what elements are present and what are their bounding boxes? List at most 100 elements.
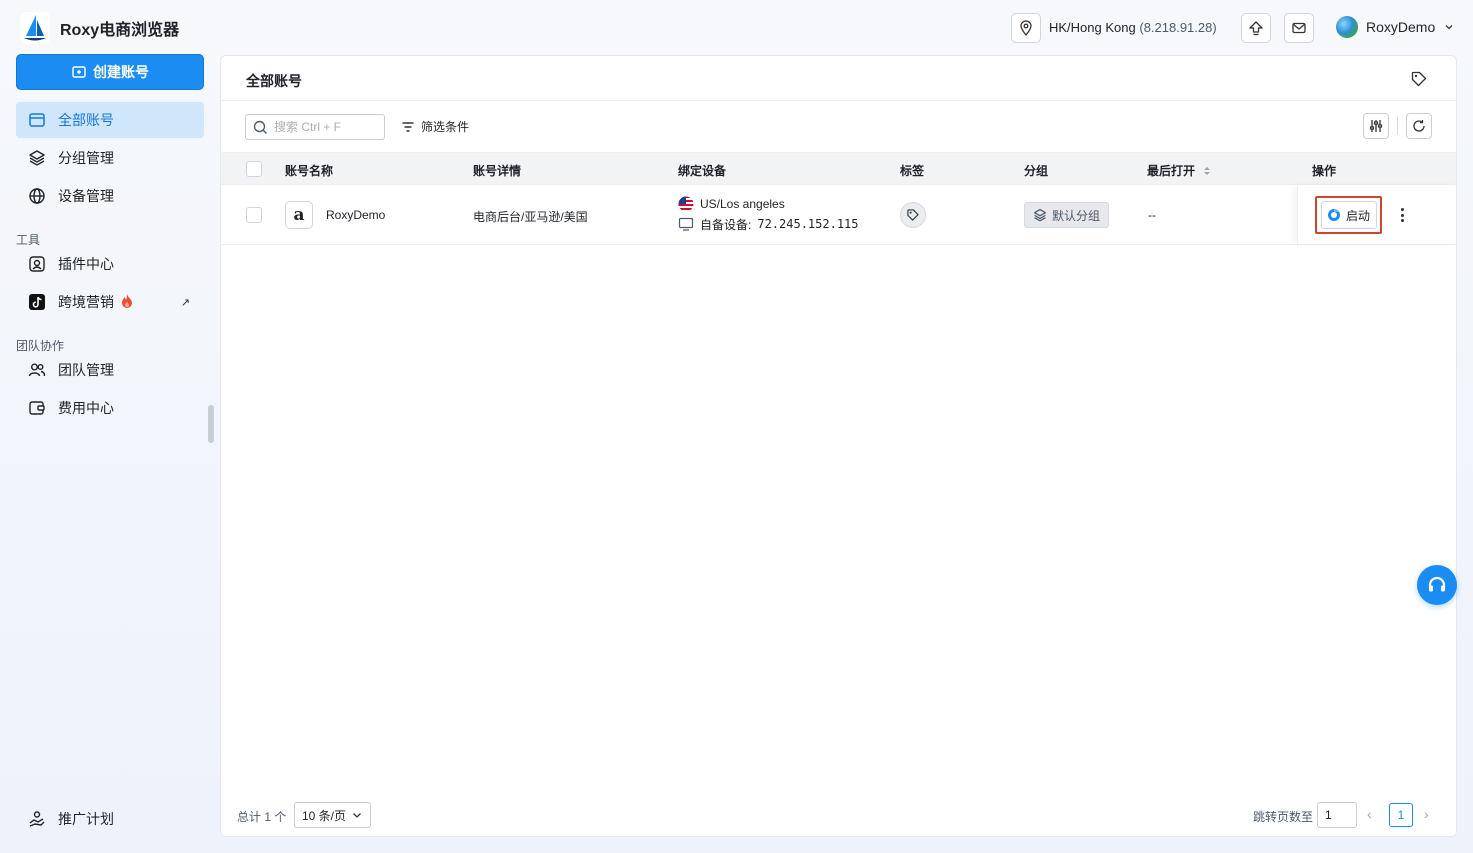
table-tools (1363, 113, 1432, 139)
customer-support-button[interactable] (1417, 565, 1457, 605)
page-title: 全部账号 (246, 73, 302, 89)
avatar (1336, 16, 1358, 38)
sidebar-item-plugins[interactable]: 插件中心 (16, 246, 204, 282)
column-header: 账号详情 (473, 164, 522, 178)
device-ip: 72.245.152.115 (757, 217, 859, 231)
sidebar-item-label: 费用中心 (58, 400, 114, 416)
chevron-down-icon (1445, 25, 1453, 30)
sidebar-item-label: 团队管理 (58, 362, 114, 378)
plugin-icon (28, 255, 46, 273)
sort-last-opened[interactable]: 最后打开 (1147, 162, 1211, 179)
sidebar-item-team[interactable]: 团队管理 (16, 352, 204, 388)
bound-device-cell: US/Los angeles 自备设备: 72.245.152.115 (678, 195, 859, 233)
globe-icon (28, 187, 46, 205)
user-menu[interactable]: RoxyDemo (1336, 16, 1455, 38)
column-header: 标签 (900, 164, 925, 178)
filter-label: 筛选条件 (421, 120, 470, 134)
tiktok-icon (28, 293, 46, 311)
row-checkbox[interactable] (246, 207, 262, 223)
monitor-icon (678, 217, 694, 231)
group-name: 默认分组 (1052, 208, 1101, 223)
group-badge: 默认分组 (1024, 202, 1110, 228)
user-name: RoxyDemo (1366, 19, 1436, 35)
ip-info: HK/Hong Kong (8.218.91.28) (1011, 12, 1314, 43)
sailboat-logo-icon (20, 12, 50, 44)
jump-page-input[interactable]: 1 (1317, 802, 1357, 828)
sidebar-item-marketing[interactable]: 跨境营销 ↗ (16, 284, 204, 320)
layers-icon (1033, 208, 1047, 222)
handshake-icon (28, 810, 46, 828)
search-input[interactable] (274, 120, 374, 134)
actions-cell: 启动 (1297, 185, 1457, 244)
external-link-icon: ↗ (180, 296, 190, 309)
search-box[interactable] (245, 114, 385, 140)
account-name: RoxyDemo (326, 208, 386, 222)
sidebar-item-groups[interactable]: 分组管理 (16, 140, 204, 176)
layers-icon (28, 149, 46, 167)
device-location-line: US/Los angeles (678, 195, 859, 213)
location-button[interactable] (1011, 12, 1041, 43)
amazon-logo-letter: a (293, 205, 305, 225)
sidebar: Roxy电商浏览器 创建账号 全部账号 分组管理 设备管理 工具 插件中心 跨境… (0, 0, 220, 853)
column-header: 分组 (1024, 164, 1049, 178)
start-label: 启动 (1345, 208, 1370, 223)
chevron-down-icon (353, 813, 361, 818)
sidebar-item-billing[interactable]: 费用中心 (16, 390, 204, 426)
start-button[interactable]: 启动 (1320, 201, 1377, 229)
sidebar-item-referral[interactable]: 推广计划 (16, 801, 204, 837)
column-header: 最后打开 (1147, 164, 1196, 178)
prev-page-icon[interactable]: ‹ (1367, 806, 1372, 822)
sidebar-item-label: 插件中心 (58, 256, 114, 272)
sliders-icon (1369, 120, 1383, 132)
ip-location-text: HK/Hong Kong (8.218.91.28) (1049, 20, 1217, 35)
total-count: 总计 1 个 (237, 810, 287, 824)
ip-address: (8.218.91.28) (1139, 20, 1217, 35)
search-icon (253, 120, 267, 134)
next-page-icon[interactable]: › (1424, 806, 1429, 822)
more-options-icon[interactable] (1397, 206, 1407, 224)
tag-icon (907, 209, 919, 221)
page-number[interactable]: 1 (1389, 803, 1413, 827)
column-header: 绑定设备 (678, 164, 727, 178)
account-name-cell: a RoxyDemo (285, 201, 385, 229)
window-icon (28, 111, 46, 129)
brand: Roxy电商浏览器 (20, 12, 179, 44)
last-opened: -- (1148, 208, 1156, 222)
filter-button[interactable]: 筛选条件 (401, 118, 469, 135)
app-name: Roxy电商浏览器 (60, 22, 180, 39)
device-label: 自备设备: (700, 217, 752, 232)
create-account-label: 创建账号 (93, 64, 149, 80)
tag-manager-button[interactable] (1410, 70, 1428, 91)
refresh-button[interactable] (1406, 113, 1432, 139)
sidebar-item-label: 分组管理 (58, 150, 114, 166)
account-detail: 电商后台/亚马逊/美国 (473, 210, 588, 224)
wallet-icon (28, 399, 46, 417)
fire-icon (120, 293, 134, 312)
create-icon (72, 66, 86, 78)
messages-button[interactable] (1283, 12, 1314, 43)
filter-icon (402, 121, 414, 132)
page-size-select[interactable]: 10 条/页 (294, 802, 371, 828)
users-icon (28, 361, 46, 379)
upgrade-button[interactable] (1240, 12, 1271, 43)
ip-location: HK/Hong Kong (1049, 20, 1136, 35)
select-all-checkbox[interactable] (246, 161, 262, 177)
sort-icon (1204, 166, 1211, 175)
sidebar-item-all-accounts[interactable]: 全部账号 (16, 102, 204, 138)
location-pin-icon (1020, 19, 1032, 36)
amazon-logo-icon: a (285, 201, 313, 229)
device-ip-line: 自备设备: 72.245.152.115 (678, 215, 859, 233)
start-button-highlight: 启动 (1315, 196, 1382, 234)
table-row[interactable]: a RoxyDemo 电商后台/亚马逊/美国 US/Los angeles 自备… (221, 185, 1456, 245)
column-settings-button[interactable] (1363, 113, 1389, 139)
sidebar-item-label: 设备管理 (58, 188, 114, 204)
add-tag-button[interactable] (900, 202, 926, 228)
create-account-button[interactable]: 创建账号 (16, 54, 204, 90)
sidebar-scrollbar[interactable] (208, 405, 214, 443)
page-size-value: 10 条/页 (302, 808, 347, 823)
sidebar-item-devices[interactable]: 设备管理 (16, 178, 204, 214)
divider (221, 100, 1456, 101)
sidebar-item-label: 推广计划 (58, 811, 114, 827)
headset-icon (1428, 576, 1446, 592)
column-header: 操作 (1312, 164, 1337, 178)
